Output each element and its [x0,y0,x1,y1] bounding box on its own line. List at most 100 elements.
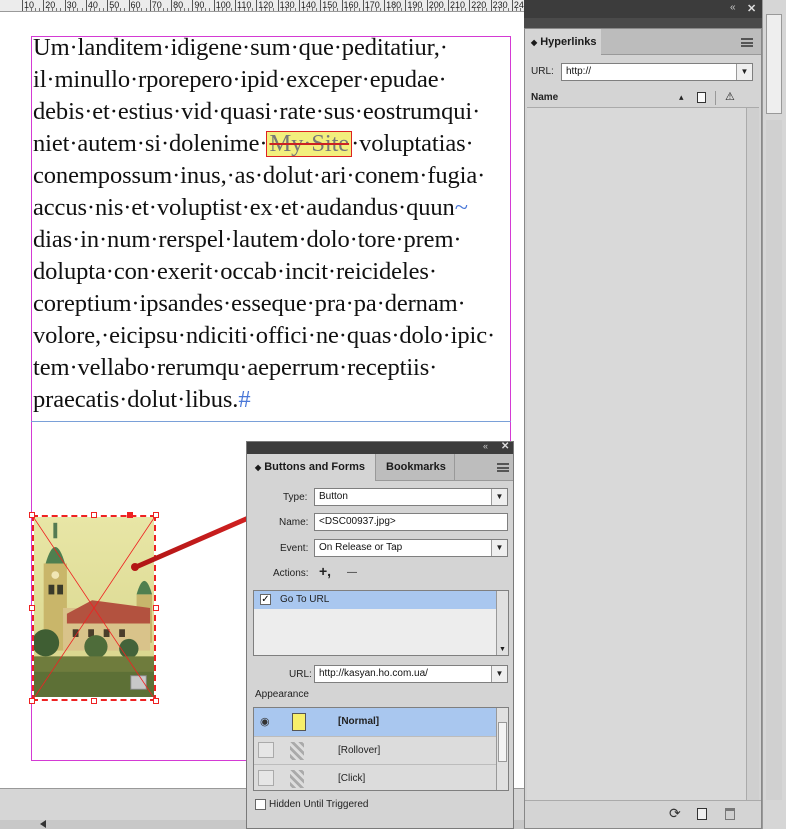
selection-handle[interactable] [153,698,159,704]
add-action-icon[interactable]: +, [319,564,331,578]
ruler-minor-tick [482,8,484,11]
sort-icon[interactable]: ▴ [679,90,684,104]
ruler-minor-tick [81,8,83,11]
ruler-minor-tick [422,8,424,11]
ruler-minor-tick [222,8,224,11]
tab-hyperlinks[interactable]: ◆ Hyperlinks [525,29,601,55]
ruler-minor-tick [141,8,143,11]
tab-bookmarks[interactable]: Bookmarks [375,454,455,481]
ruler-major-tick [85,0,87,11]
selection-handle[interactable] [29,698,35,704]
actions-scrollbar[interactable]: ▼ [496,591,508,655]
ruler-minor-tick [73,8,75,11]
hidden-until-triggered-checkbox[interactable] [255,799,266,810]
ruler-major-tick [298,0,300,11]
close-panel-icon[interactable]: ✕ [501,441,509,452]
ruler-minor-tick [154,8,156,11]
trash-icon[interactable] [725,808,735,820]
ruler-major-tick [64,0,66,11]
column-divider [715,91,716,105]
warning-icon[interactable]: ⚠ [725,90,735,104]
type-value: Button [319,491,348,502]
type-select[interactable]: Button ▼ [314,488,508,506]
ruler-minor-tick [435,8,437,11]
state-toggle-box[interactable] [258,742,274,758]
text-segment: ·voluptatias· [351,130,474,157]
ruler-minor-tick [486,8,488,11]
dock-header-strip: « ✕ [524,0,762,18]
scroll-left-arrow-icon[interactable] [40,820,46,828]
ruler-minor-tick [418,8,420,11]
ruler-major-tick [362,0,364,11]
tab-buttons-and-forms[interactable]: ◆ Buttons and Forms [247,454,375,481]
ruler-minor-tick [162,8,164,11]
chevron-down-icon[interactable]: ▼ [491,540,507,556]
refresh-icon[interactable]: ⟳ [669,805,681,822]
name-column-header[interactable]: Name [531,91,558,105]
states-scrollbar[interactable] [496,708,508,790]
selection-handle[interactable] [29,605,35,611]
state-thumbnail-normal [292,713,306,731]
ruler-minor-tick [396,8,398,11]
name-field[interactable]: <DSC00937.jpg> [314,513,508,531]
panel-drag-bar[interactable]: « ✕ [247,441,513,454]
ruler-minor-tick [158,8,160,11]
eye-icon[interactable]: ◉ [260,715,270,728]
scroll-thumb[interactable] [766,14,782,114]
scroll-thumb[interactable] [498,722,507,762]
new-hyperlink-icon[interactable] [697,808,707,820]
action-item-label: Go To URL [280,594,330,605]
ruler-minor-tick [379,8,381,11]
text-line: il·minullo·rporepero·ipid·exceper·epudae… [33,66,447,93]
appearance-states-list[interactable]: ◉ [Normal] [Rollover] [Click] [253,707,509,791]
scroll-track[interactable] [766,120,782,800]
horizontal-ruler[interactable]: 10 20 30 40 50 60 70 80 90 100 110 120 130 140 150 160 1… [0,0,530,12]
text-line: coreptium·ipsandes·esseque·pra·pa·dernam… [33,290,466,317]
scroll-down-arrow-icon[interactable]: ▼ [499,646,506,653]
state-toggle-box[interactable] [258,770,274,786]
remove-action-icon[interactable]: — [347,566,357,580]
hyperlinks-list[interactable] [527,107,759,802]
chevron-down-icon[interactable]: ▼ [491,666,507,682]
state-row-normal[interactable]: ◉ [Normal] [254,708,496,736]
selection-handle[interactable] [91,512,97,518]
state-row-click[interactable]: [Click] [254,764,496,792]
page-icon[interactable] [697,92,706,103]
body-text[interactable]: Um·landitem·idigene·sum·que·peditatiur,·… [33,32,511,416]
hyperlink-source-text[interactable]: My·Site [266,131,353,157]
hyperlink-url-field[interactable]: http:// ▼ [561,63,753,81]
document-vertical-scrollbar[interactable] [762,0,786,829]
state-row-rollover[interactable]: [Rollover] [254,736,496,764]
ruler-minor-tick [119,8,121,11]
close-icon[interactable]: ✕ [747,2,756,15]
vertical-scrollbar[interactable] [746,108,759,802]
collapse-panels-icon[interactable]: « [730,2,736,13]
panel-menu-icon[interactable] [497,463,509,472]
chevron-down-icon[interactable]: ▼ [491,489,507,505]
chevron-down-icon[interactable]: ▼ [736,64,752,80]
ruler-minor-tick [494,8,496,11]
tab-label: Hyperlinks [540,36,597,48]
text-line: tem·vellabo·rerumqu·aeperrum·receptiis· [33,354,438,381]
selection-handle[interactable] [29,512,35,518]
ruler-minor-tick [281,8,283,11]
collapse-panel-icon[interactable]: « [483,441,488,451]
image-button-frame[interactable] [32,515,156,701]
selection-handle[interactable] [91,698,97,704]
panel-tabbar: ◆ Buttons and Forms Bookmarks [247,454,513,481]
ruler-minor-tick [439,8,441,11]
selection-handle[interactable] [153,512,159,518]
event-select[interactable]: On Release or Tap ▼ [314,539,508,557]
action-checkbox[interactable]: ✓ [260,594,271,605]
selection-handle[interactable] [153,605,159,611]
ruler-minor-tick [465,8,467,11]
actions-list[interactable]: ✓ Go To URL ▼ [253,590,509,656]
action-item[interactable]: ✓ Go To URL [254,591,496,609]
selection-handle[interactable] [127,512,133,518]
url-field[interactable]: http://kasyan.ho.com.ua/ ▼ [314,665,508,683]
url-label: URL: [289,669,312,680]
panel-menu-icon[interactable] [741,38,753,47]
text-line-with-link: niet·autem·si·dolenime·My·Site·voluptati… [33,128,511,160]
ruler-minor-tick [200,8,202,11]
ruler-major-tick [43,0,45,11]
